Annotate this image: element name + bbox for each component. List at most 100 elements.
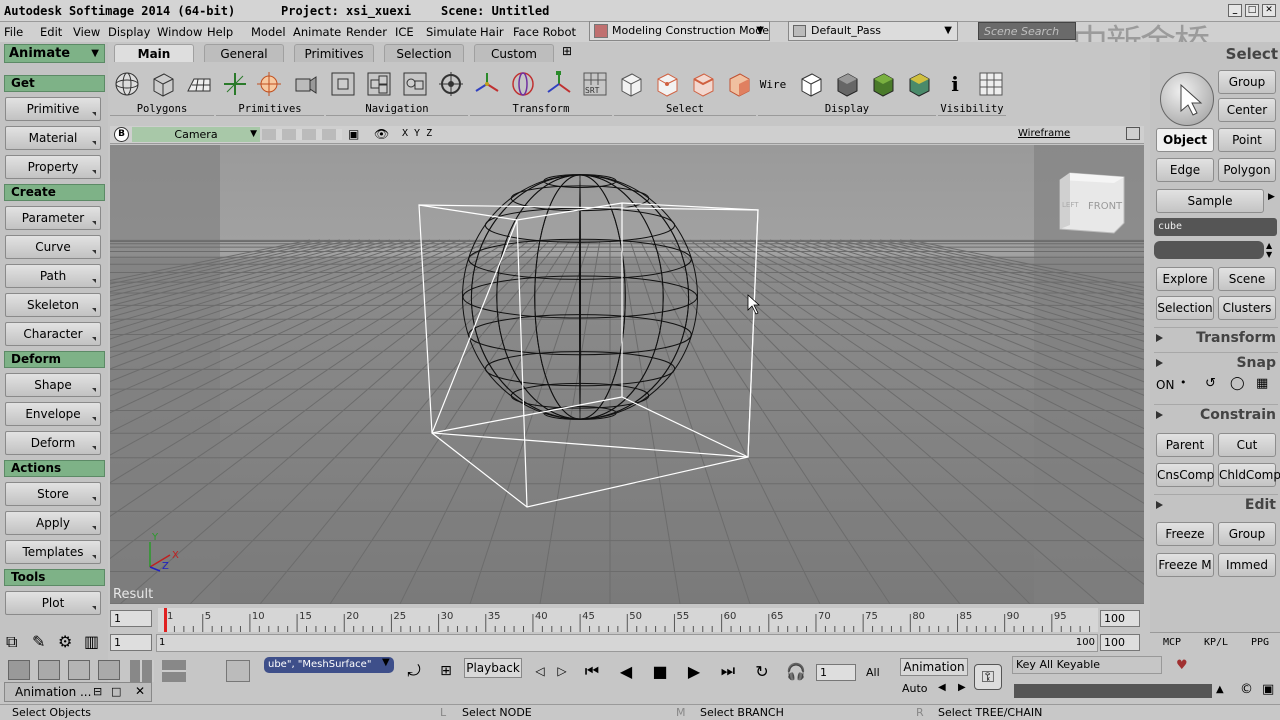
audio-icon[interactable]: 🎧 [784, 660, 808, 682]
path-button[interactable]: Path [5, 264, 101, 288]
view-cube[interactable]: FRONT LEFT [1059, 172, 1125, 234]
info-icon[interactable]: i [940, 68, 970, 100]
edit-section[interactable]: Edit [1154, 494, 1278, 514]
prev-key-icon[interactable]: ◁ [528, 660, 552, 682]
templates-button[interactable]: Templates [5, 540, 101, 564]
prev-key-arrow-icon[interactable]: ◀ [938, 682, 946, 693]
layout-4-icon[interactable] [98, 660, 120, 680]
animation-menu-button[interactable]: Animation [900, 658, 968, 676]
tab-ppg[interactable]: PPG [1251, 637, 1269, 648]
immed-button[interactable]: Immed [1218, 553, 1276, 577]
tab-kpl[interactable]: KP/L [1204, 637, 1228, 648]
timeline-end-field[interactable]: 100 [1100, 610, 1140, 627]
maximize-viewport-icon[interactable] [1126, 127, 1140, 140]
cnscomp-button[interactable]: CnsComp [1156, 463, 1214, 487]
loop-icon[interactable]: ↻ [750, 660, 774, 682]
shape-button[interactable]: Shape [5, 373, 101, 397]
snap-surface-icon[interactable]: ◯ [1230, 376, 1250, 394]
panel-close-icon[interactable]: ✕ [135, 684, 145, 698]
camera-view-icon[interactable]: ▣ [348, 127, 359, 141]
srt-icon[interactable]: SRT [580, 68, 610, 100]
hidden-line-icon[interactable] [796, 68, 826, 100]
camera-icon[interactable] [290, 68, 320, 100]
menu-render[interactable]: Render [346, 25, 387, 39]
toolbar-mode-select[interactable]: Animate ▼ [4, 44, 105, 63]
transform-section[interactable]: Transform [1154, 327, 1278, 347]
menu-help[interactable]: Help [207, 25, 233, 39]
minimize-button[interactable]: _ [1228, 4, 1242, 17]
textured-icon[interactable] [868, 68, 898, 100]
menu-ice[interactable]: ICE [395, 25, 414, 39]
tab-main[interactable]: Main [114, 44, 194, 62]
grid-icon[interactable] [184, 68, 214, 100]
select-object-button[interactable]: Object [1156, 128, 1214, 152]
layout-quad-icon[interactable] [130, 660, 154, 682]
time-slider[interactable]: 1 5 10 15 20 25 30 35 40 45 50 55 60 65 70 75 80 85 90 95 [158, 608, 1098, 632]
layout-3-icon[interactable] [68, 660, 90, 680]
tab-primitives[interactable]: Primitives [294, 44, 374, 62]
section-actions[interactable]: Actions [4, 460, 105, 477]
selection-button[interactable]: Selection [1156, 296, 1214, 320]
view-presets[interactable] [262, 129, 342, 140]
section-tools[interactable]: Tools [4, 569, 105, 586]
select-edge-icon[interactable] [688, 68, 718, 100]
tab-general[interactable]: General [204, 44, 284, 62]
chldcomp-button[interactable]: ChldComp [1218, 463, 1280, 487]
menu-face-robot[interactable]: Face Robot [513, 25, 576, 39]
menu-edit[interactable]: Edit [40, 25, 62, 39]
next-key-icon[interactable]: ▷ [550, 660, 574, 682]
wireframe-display-button[interactable]: Wire [758, 68, 788, 100]
snap-points-icon[interactable]: • [1180, 376, 1200, 394]
visibility-grid-icon[interactable] [976, 68, 1006, 100]
chevron-down-icon[interactable]: ▼ [382, 657, 390, 668]
close-button[interactable]: ✕ [1262, 4, 1276, 17]
apply-button[interactable]: Apply [5, 511, 101, 535]
select-sample-button[interactable]: Sample [1156, 189, 1264, 213]
select-center-button[interactable]: Center [1218, 98, 1276, 122]
spin-arrows-icon[interactable]: ▲ ▼ [1266, 241, 1272, 259]
last-frame-icon[interactable]: ⏭ [716, 660, 740, 682]
menu-simulate[interactable]: Simulate [426, 25, 477, 39]
shading-mode-select[interactable]: Wireframe [1018, 128, 1070, 139]
maximize-button[interactable]: □ [1245, 4, 1259, 17]
frame-selection-icon[interactable] [364, 68, 394, 100]
tab-custom[interactable]: Custom [474, 44, 554, 62]
select-polygon-button[interactable]: Polygon [1218, 158, 1276, 182]
character-button[interactable]: Character [5, 322, 101, 346]
snap-curves-icon[interactable]: ↺ [1205, 376, 1225, 394]
scroll-up-icon[interactable]: ▲ [1216, 684, 1224, 695]
playback-menu-button[interactable]: Playback [464, 658, 522, 678]
sphere-icon[interactable] [112, 68, 142, 100]
split-view-icon[interactable]: ▥ [84, 632, 99, 651]
add-tab-icon[interactable]: ⊞ [562, 44, 578, 60]
play-backward-icon[interactable]: ◀ [614, 660, 638, 682]
snap-on-toggle[interactable]: ON [1156, 378, 1174, 392]
viewport-layout-icon[interactable]: ⧉ [6, 632, 17, 652]
select-object-icon[interactable] [616, 68, 646, 100]
shaded-icon[interactable] [832, 68, 862, 100]
camera-select[interactable]: Camera ▼ [132, 127, 260, 142]
frame-all-icon[interactable] [328, 68, 358, 100]
menu-animate[interactable]: Animate [293, 25, 341, 39]
select-point-button[interactable]: Point [1218, 128, 1276, 152]
menu-display[interactable]: Display [108, 25, 150, 39]
layout-rows-icon[interactable] [162, 660, 186, 682]
next-key-arrow-icon[interactable]: ▶ [958, 682, 966, 693]
material-button[interactable]: Material [5, 126, 101, 150]
play-forward-icon[interactable]: ▶ [682, 660, 706, 682]
stop-icon[interactable]: ■ [648, 660, 672, 682]
section-deform[interactable]: Deform [4, 351, 105, 368]
tab-selection[interactable]: Selection [384, 44, 464, 62]
script-command-field[interactable]: ube", "MeshSurface" [264, 657, 394, 673]
menu-file[interactable]: File [4, 25, 23, 39]
menu-window[interactable]: Window [157, 25, 202, 39]
light-icon[interactable] [254, 68, 284, 100]
menu-model[interactable]: Model [251, 25, 286, 39]
snap-grid-icon[interactable]: ▦ [1256, 376, 1276, 394]
panel-animation[interactable]: Animation ... ⊟ □ ✕ [4, 682, 152, 702]
select-polygon-icon[interactable] [724, 68, 754, 100]
section-get[interactable]: Get [4, 75, 105, 92]
brush-icon[interactable]: ✎ [32, 632, 45, 651]
parent-button[interactable]: Parent [1156, 433, 1214, 457]
eye-icon[interactable]: 👁 [374, 127, 389, 141]
